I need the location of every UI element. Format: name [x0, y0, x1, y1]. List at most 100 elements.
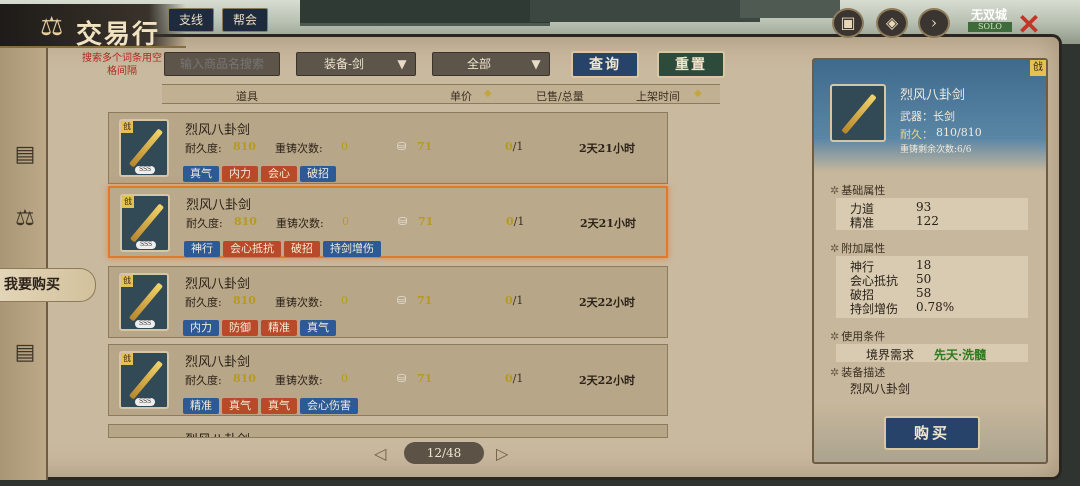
- scale-title-icon: ⚖: [40, 12, 64, 42]
- chest-icon[interactable]: ▤: [8, 340, 42, 370]
- search-hint: 搜索多个词条用空格间隔: [82, 53, 162, 77]
- attribute-tag: 破招: [300, 166, 336, 182]
- section-requirement-title: ✲ 使用条件: [830, 330, 886, 343]
- item-name: 烈风八卦剑: [186, 198, 252, 213]
- header-item: 道具: [236, 90, 258, 103]
- durability-label: 耐久度:: [185, 142, 222, 155]
- coin-icon: ⛁: [397, 372, 407, 385]
- attribute-tag: 真气: [222, 398, 258, 414]
- detail-item-type: 武器：长剑: [900, 110, 955, 123]
- stat-line: 精准 122: [850, 214, 939, 230]
- chevron-right-icon[interactable]: ›: [918, 8, 950, 38]
- close-icon[interactable]: ✕: [1014, 11, 1044, 40]
- price: 71: [417, 294, 433, 307]
- header-sold: 已售/总量: [536, 90, 584, 103]
- tab-guild[interactable]: 帮会: [222, 8, 269, 32]
- reforge-label: 重铸次数:: [275, 374, 323, 387]
- coin-icon: ⛁: [397, 140, 407, 153]
- sword-icon: 戗 SSS: [119, 273, 169, 331]
- sword-icon: 戗 SSS: [119, 351, 169, 409]
- category-value: 装备-剑: [323, 57, 365, 71]
- search-input[interactable]: [164, 52, 280, 76]
- server-badge: SOLO: [968, 22, 1012, 32]
- attribute-tag: 会心伤害: [300, 398, 358, 414]
- attribute-tag: 真气: [300, 320, 336, 336]
- attribute-tags: 神行 会心抵抗 破招 持剑增伤: [184, 237, 384, 257]
- table-row-partial[interactable]: 烈风八卦剑: [108, 424, 668, 438]
- attribute-tags: 真气 内力 会心 破招: [183, 162, 339, 182]
- query-button[interactable]: 查询: [571, 51, 639, 78]
- listing-time: 2天22小时: [579, 374, 635, 387]
- reforge-label: 重铸次数:: [276, 217, 324, 230]
- chevron-left-icon[interactable]: ◁: [374, 444, 386, 463]
- table-header: 道具 单价 ◆ 已售/总量 上架时间 ◆: [162, 84, 720, 104]
- level-badge: SSS: [135, 398, 155, 406]
- chest-icon[interactable]: ▤: [8, 142, 42, 172]
- level-badge: SSS: [135, 320, 155, 328]
- sword-icon: [830, 84, 886, 142]
- durability-label: 耐久度:: [185, 296, 222, 309]
- gear-icon: ✲: [830, 330, 840, 343]
- listing-time: 2天22小时: [579, 296, 635, 309]
- sort-icon[interactable]: ◆: [484, 88, 492, 99]
- bag-icon[interactable]: ◈: [876, 8, 908, 38]
- buy-button[interactable]: 购买: [884, 416, 980, 450]
- listing-time: 2天21小时: [580, 217, 636, 230]
- section-extra-title: ✲ 附加属性: [830, 242, 886, 255]
- reset-button[interactable]: 重置: [657, 51, 725, 78]
- tier-badge: 戗: [1030, 60, 1046, 76]
- sort-icon[interactable]: ◆: [694, 88, 702, 99]
- chevron-down-icon: ▼: [531, 57, 541, 71]
- attribute-tag: 内力: [222, 166, 258, 182]
- item-name: 烈风八卦剑: [185, 123, 251, 138]
- attribute-tag: 会心抵抗: [223, 241, 281, 257]
- detail-header: 戗 烈风八卦剑 武器：长剑 耐久： 810/810 重铸剩余次数:6/6: [814, 60, 1046, 172]
- sword-icon: 戗 SSS: [119, 119, 169, 177]
- stat-line: 持剑增伤 0.78%: [850, 300, 955, 316]
- reforge-label: 重铸次数:: [275, 296, 323, 309]
- tier-badge: 戗: [121, 121, 133, 133]
- reforge-value: 0: [341, 372, 348, 385]
- level-badge: SSS: [136, 241, 156, 249]
- table-row[interactable]: 戗 SSS 烈风八卦剑 耐久度: 810 重铸次数: 0 ⛁ 71 0/1 2天21小时 真气 内力 会心…: [108, 112, 668, 184]
- coin-icon: ⛁: [397, 294, 407, 307]
- tab-buy[interactable]: 我要购买: [0, 268, 96, 302]
- stat-line: 会心抵抗 50: [850, 272, 932, 288]
- attribute-tag: 内力: [183, 320, 219, 336]
- section-base-title: ✲ 基础属性: [830, 184, 886, 197]
- stat-line: 神行 18: [850, 258, 932, 274]
- price: 71: [417, 140, 433, 153]
- reforge-value: 0: [341, 294, 348, 307]
- item-detail-panel: 戗 烈风八卦剑 武器：长剑 耐久： 810/810 重铸剩余次数:6/6 ✲ 基础…: [812, 58, 1048, 464]
- level-badge: SSS: [135, 166, 155, 174]
- tier-badge: 戗: [122, 196, 134, 208]
- page-title: 交易行: [76, 20, 161, 50]
- table-row[interactable]: 戗 SSS 烈风八卦剑 耐久度: 810 重铸次数: 0 ⛁ 71 0/1 2天21小时 神行 会心抵抗…: [108, 186, 668, 258]
- category-dropdown[interactable]: 装备-剑 ▼: [296, 52, 416, 76]
- requirement: 境界需求 先天·洗髓: [836, 344, 1028, 362]
- scale-icon[interactable]: ⚖: [8, 206, 42, 236]
- title-plate: ⚖ 交易行: [0, 4, 186, 50]
- tab-branch[interactable]: 支线: [168, 8, 215, 32]
- header-price[interactable]: 单价: [450, 88, 472, 104]
- durability-value: 810: [233, 294, 256, 307]
- reforge-label: 重铸次数:: [275, 142, 323, 155]
- durability-value: 810: [233, 140, 256, 153]
- durability-label: 耐久度:: [185, 374, 222, 387]
- price: 71: [418, 215, 434, 228]
- range-dropdown[interactable]: 全部 ▼: [432, 52, 550, 76]
- description-text: 烈风八卦剑: [850, 382, 911, 396]
- reforge-value: 0: [342, 215, 349, 228]
- chevron-right-icon[interactable]: ▷: [496, 444, 508, 463]
- sold-count: 0/1: [506, 215, 525, 228]
- table-row[interactable]: 戗 SSS 烈风八卦剑 耐久度: 810 重铸次数: 0 ⛁ 71 0/1 2天22小时 精准 真气 真气…: [108, 344, 668, 416]
- page-indicator: 12/48: [404, 442, 484, 464]
- requirement-value: 先天·洗髓: [934, 348, 987, 362]
- table-row[interactable]: 戗 SSS 烈风八卦剑 耐久度: 810 重铸次数: 0 ⛁ 71 0/1 2天22小时 内力 防御 精准…: [108, 266, 668, 338]
- attribute-tag: 持剑增伤: [323, 241, 381, 257]
- shop-icon[interactable]: ▣: [832, 8, 864, 38]
- stat-line: 破招 58: [850, 286, 932, 302]
- header-time[interactable]: 上架时间: [636, 88, 680, 104]
- tier-badge: 戗: [121, 353, 133, 365]
- detail-durability-label: 耐久：: [900, 128, 933, 141]
